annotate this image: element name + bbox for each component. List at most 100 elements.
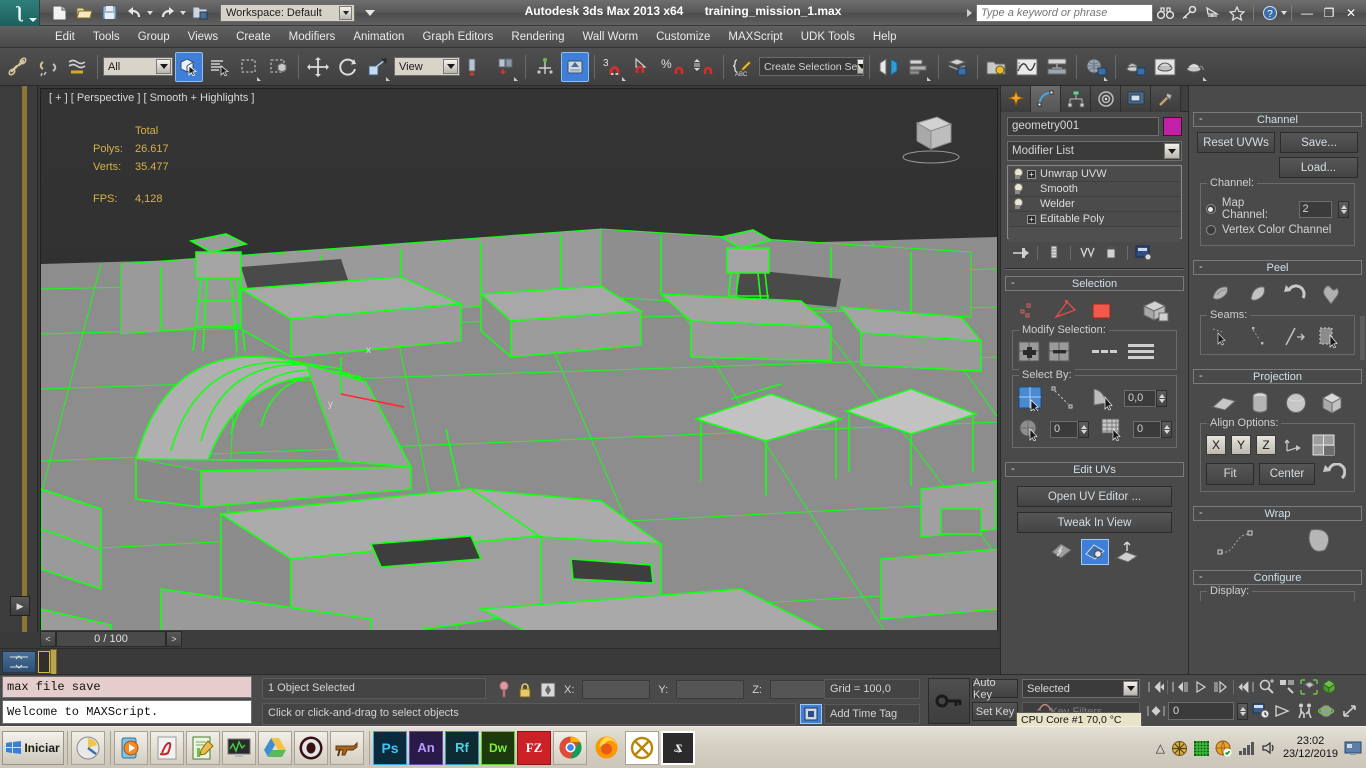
select-by-name-icon[interactable] — [205, 52, 233, 82]
menu-item-rendering[interactable]: Rendering — [502, 29, 573, 45]
rail-play-button[interactable]: ▶ — [10, 596, 30, 616]
mirror-geometry-icon[interactable] — [875, 52, 903, 82]
point-to-point-seam-icon[interactable] — [1211, 326, 1237, 348]
transform-gizmo[interactable]: x y — [326, 339, 406, 409]
pan-view-icon[interactable] — [1273, 702, 1292, 720]
taskbar-item-adobe-reader[interactable] — [150, 731, 184, 765]
minimize-button[interactable]: — — [1296, 3, 1318, 23]
isolate-selection-icon[interactable] — [498, 681, 510, 698]
align-x-button[interactable]: X — [1206, 435, 1226, 455]
use-selection-center-icon[interactable] — [492, 52, 520, 82]
collapse-icon[interactable]: - — [1011, 463, 1015, 475]
collapse-icon[interactable]: - — [1199, 113, 1203, 125]
rollout-header-edit-uvs[interactable]: - Edit UVs — [1005, 462, 1184, 477]
fit-button[interactable]: Fit — [1206, 463, 1254, 485]
chevron-down-icon[interactable] — [1123, 681, 1138, 696]
next-frame-icon[interactable] — [1212, 678, 1231, 696]
zoom-region-icon[interactable] — [1278, 678, 1297, 696]
menu-item-group[interactable]: Group — [129, 29, 179, 45]
render-production-icon[interactable] — [1181, 52, 1209, 82]
align-y-button[interactable]: Y — [1231, 435, 1251, 455]
key-mode-toggle-icon[interactable] — [1146, 702, 1165, 720]
menu-item-customize[interactable]: Customize — [647, 29, 719, 45]
undo-icon[interactable] — [123, 3, 145, 23]
configure-modifier-sets-icon[interactable] — [1132, 244, 1156, 262]
time-configuration-icon[interactable] — [1251, 702, 1270, 720]
edge-icon[interactable] — [1053, 300, 1079, 322]
hierarchy-tab[interactable] — [1061, 86, 1091, 112]
reset-peel-icon[interactable] — [1283, 282, 1309, 306]
curve-editor-icon[interactable] — [1013, 52, 1041, 82]
spinner-arrows-icon[interactable] — [1078, 421, 1089, 438]
maximize-viewport-toggle-icon[interactable] — [1320, 678, 1339, 696]
speedfan-tray-icon[interactable] — [1171, 740, 1188, 757]
modifier-stack-item[interactable]: Smooth — [1009, 182, 1180, 197]
reset-uvws-button[interactable]: Reset UVWs — [1197, 132, 1275, 153]
selection-filter-combo[interactable]: All — [103, 57, 173, 76]
pin-stack-icon[interactable] — [1009, 244, 1033, 262]
search-input[interactable] — [976, 4, 1153, 22]
start-button[interactable]: Iniciar — [2, 731, 64, 765]
quick-peel-icon[interactable] — [1209, 282, 1235, 306]
time-slider-handle[interactable] — [50, 649, 57, 675]
menu-item-create[interactable]: Create — [227, 29, 280, 45]
taskbar-item-animate[interactable]: An — [409, 731, 443, 765]
select-object-button[interactable] — [175, 52, 203, 82]
reset-projection-icon[interactable] — [1322, 463, 1346, 485]
expand-plus-icon[interactable]: + — [1027, 170, 1036, 179]
seam-to-sel-icon[interactable] — [1318, 326, 1344, 348]
planar-map-icon[interactable] — [1211, 392, 1237, 414]
collapse-icon[interactable]: - — [1199, 571, 1203, 583]
satellite-icon[interactable] — [1201, 2, 1225, 24]
reset-peel-uv-icon[interactable] — [1049, 540, 1075, 564]
unlink-selection-icon[interactable] — [34, 52, 62, 82]
open-file-icon[interactable] — [73, 3, 95, 23]
spinner-arrows-icon[interactable] — [1156, 390, 1167, 407]
spline-wrap-icon[interactable] — [1216, 526, 1264, 556]
array-icon[interactable] — [905, 52, 933, 82]
smoothing-group-spinner[interactable]: 0 — [1050, 421, 1089, 438]
mirror-icon[interactable] — [561, 52, 589, 82]
make-unique-icon[interactable] — [1075, 244, 1099, 262]
motion-tab[interactable] — [1091, 86, 1121, 112]
signal-icon[interactable] — [1238, 741, 1255, 755]
shrink-selection-icon[interactable] — [1048, 341, 1072, 363]
key-mode-combo[interactable]: Selected — [1022, 679, 1140, 698]
menu-item-udk-tools[interactable]: UDK Tools — [792, 29, 864, 45]
taskbar-item-media-player[interactable] — [114, 731, 148, 765]
named-selection-sets-combo[interactable]: Create Selection Se — [759, 57, 864, 76]
zoom-extents-selected-icon[interactable] — [1257, 678, 1276, 696]
lightbulb-icon[interactable] — [1012, 183, 1023, 195]
collapse-icon[interactable]: - — [1199, 370, 1203, 382]
align-z-button[interactable]: Z — [1256, 435, 1276, 455]
schematic-view-icon[interactable] — [1043, 52, 1071, 82]
spinner-arrows-icon[interactable] — [1237, 703, 1248, 720]
new-file-icon[interactable] — [48, 3, 70, 23]
save-file-icon[interactable] — [98, 3, 120, 23]
center-button[interactable]: Center — [1259, 463, 1315, 485]
absolute-relative-transform-icon[interactable] — [540, 682, 556, 698]
map-channel-row[interactable]: Map Channel: 2 — [1206, 197, 1349, 221]
smoothing-group-value[interactable]: 0 — [1050, 421, 1078, 438]
ignore-backfacing-icon[interactable] — [1092, 387, 1118, 411]
set-project-folder-icon[interactable] — [189, 3, 211, 23]
next-frame-button[interactable]: > — [166, 631, 182, 647]
expand-plus-icon[interactable]: + — [1027, 215, 1036, 224]
grow-selection-icon[interactable] — [1018, 341, 1042, 363]
create-tab[interactable] — [1001, 86, 1031, 112]
ignore-backfacing-value[interactable]: 0,0 — [1124, 390, 1156, 407]
y-coord-field[interactable] — [676, 680, 744, 699]
radio-map-channel[interactable] — [1206, 204, 1216, 214]
best-align-icon[interactable] — [1312, 434, 1336, 456]
select-and-move-icon[interactable] — [304, 52, 332, 82]
help-dropdown-icon[interactable] — [1281, 11, 1287, 15]
taskbar-item-weapon-app[interactable] — [330, 731, 364, 765]
display-tab[interactable] — [1121, 86, 1151, 112]
ring-selection-icon[interactable] — [1092, 347, 1122, 357]
percent-snap-toggle-icon[interactable]: % — [660, 52, 688, 82]
network-shield-icon[interactable] — [1215, 740, 1232, 757]
taskbar-item-dreamweaver[interactable]: Dw — [481, 731, 515, 765]
taskbar-item-xnview[interactable] — [625, 731, 659, 765]
chevron-down-icon[interactable] — [156, 59, 171, 74]
maximize-viewport-icon[interactable] — [1339, 702, 1358, 720]
